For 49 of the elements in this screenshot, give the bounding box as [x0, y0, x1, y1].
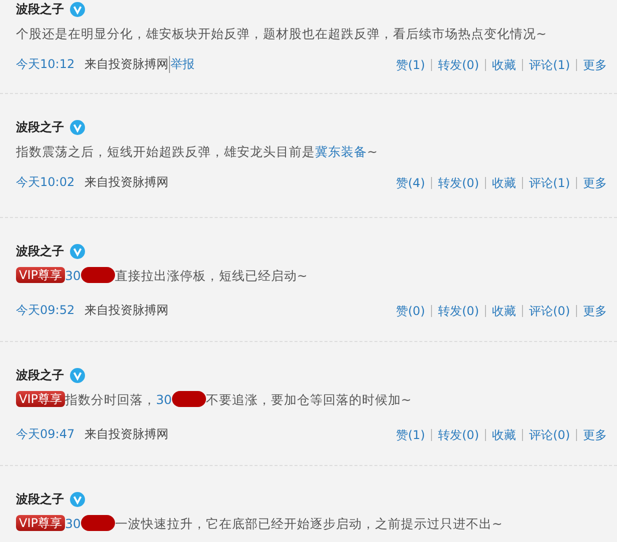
action-link[interactable]: 转发(0): [431, 304, 485, 316]
post-time[interactable]: 今天10:02: [16, 174, 75, 191]
redaction-mark: [80, 267, 115, 283]
vip-badge: VIP尊享: [16, 515, 65, 531]
author-name[interactable]: 波段之子: [16, 0, 64, 18]
action-link[interactable]: 评论(0): [522, 304, 576, 316]
post-source: 来自投资脉搏网: [84, 174, 169, 191]
action-link[interactable]: 评论(0): [522, 428, 576, 440]
action-link[interactable]: 评论(1): [522, 176, 576, 188]
redaction-mark: [80, 515, 115, 531]
action-link[interactable]: 赞(1): [390, 428, 431, 440]
action-link[interactable]: 更多: [576, 58, 607, 70]
post-text: VIP尊享 30 直接拉出涨停板，短线已经启动~: [16, 266, 607, 286]
post-text: VIP尊享 指数分时回落，30 不要追涨，要加仓等回落的时候加~: [16, 390, 607, 410]
action-link[interactable]: 收藏: [485, 58, 522, 70]
action-link[interactable]: 收藏: [485, 304, 522, 316]
post-source: 来自投资脉搏网: [84, 302, 169, 319]
action-link[interactable]: 更多: [576, 176, 607, 188]
stock-link[interactable]: 30: [64, 268, 81, 283]
action-link[interactable]: 收藏: [485, 176, 522, 188]
post-time[interactable]: 今天09:47: [16, 426, 75, 443]
action-link[interactable]: 赞(1): [390, 58, 431, 70]
action-link[interactable]: 赞(0): [390, 304, 431, 316]
author-name[interactable]: 波段之子: [16, 242, 64, 260]
stock-link[interactable]: 30: [64, 516, 81, 531]
vip-badge: VIP尊享: [16, 267, 65, 283]
post-time[interactable]: 今天09:52: [16, 302, 75, 319]
post-text: 个股还是在明显分化，雄安板块开始反弹，题材股也在超跌反弹，看后续市场热点变化情况~: [16, 25, 548, 43]
action-link[interactable]: 转发(0): [431, 58, 485, 70]
action-link[interactable]: 评论(1): [522, 58, 576, 70]
action-link[interactable]: 转发(0): [431, 428, 485, 440]
stock-link[interactable]: 冀东装备: [315, 144, 367, 159]
author-name[interactable]: 波段之子: [16, 118, 64, 136]
post-text: 指数震荡之后，短线开始超跌反弹，雄安龙头目前是冀东装备~: [16, 143, 378, 161]
author-name[interactable]: 波段之子: [16, 366, 64, 384]
vip-badge: VIP尊享: [16, 391, 65, 407]
action-link[interactable]: 赞(4): [390, 176, 431, 188]
action-link[interactable]: 转发(0): [431, 176, 485, 188]
stock-link[interactable]: 30: [156, 392, 172, 407]
post-source: 来自投资脉搏网: [84, 56, 169, 73]
author-name[interactable]: 波段之子: [16, 490, 64, 508]
post-time[interactable]: 今天10:12: [16, 56, 75, 73]
action-link[interactable]: 收藏: [485, 428, 522, 440]
action-link[interactable]: 更多: [576, 428, 607, 440]
redaction-mark: [172, 391, 206, 407]
action-link[interactable]: 更多: [576, 304, 607, 316]
post-text: VIP尊享 30 一波快速拉升，它在底部已经开始逐步启动，之前提示过只进不出~: [16, 514, 607, 534]
post-source: 来自投资脉搏网: [84, 426, 169, 443]
report-link[interactable]: 举报: [168, 56, 195, 73]
